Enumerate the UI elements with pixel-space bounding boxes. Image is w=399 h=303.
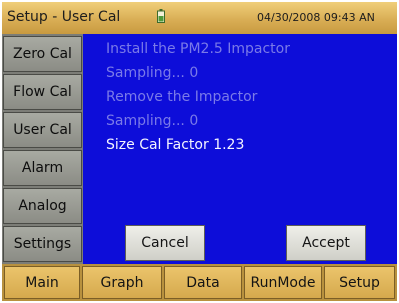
sidebar-item-alarm[interactable]: Alarm bbox=[3, 150, 82, 186]
tab-setup[interactable]: Setup bbox=[324, 266, 395, 299]
sidebar-item-label: User Cal bbox=[13, 122, 72, 138]
tab-label: RunMode bbox=[250, 274, 316, 291]
battery-icon bbox=[157, 9, 165, 23]
tab-label: Setup bbox=[339, 274, 380, 291]
accept-button[interactable]: Accept bbox=[286, 225, 366, 261]
cancel-button[interactable]: Cancel bbox=[125, 225, 205, 261]
tab-label: Graph bbox=[100, 274, 144, 291]
sidebar-item-user-cal[interactable]: User Cal bbox=[3, 112, 82, 148]
sidebar-item-label: Zero Cal bbox=[13, 46, 72, 62]
sidebar: Zero Cal Flow Cal User Cal Alarm Analog … bbox=[2, 34, 83, 264]
instruction-line-remove: Remove the Impactor bbox=[106, 89, 258, 105]
sidebar-item-analog[interactable]: Analog bbox=[3, 188, 82, 224]
tab-label: Data bbox=[186, 274, 220, 291]
sampling-status-2: Sampling... 0 bbox=[106, 113, 199, 129]
sidebar-item-flow-cal[interactable]: Flow Cal bbox=[3, 74, 82, 110]
sidebar-item-label: Flow Cal bbox=[13, 84, 72, 100]
sidebar-item-settings[interactable]: Settings bbox=[3, 226, 82, 262]
tab-graph[interactable]: Graph bbox=[82, 266, 162, 299]
calibration-panel: Install the PM2.5 Impactor Sampling... 0… bbox=[83, 34, 397, 264]
tab-data[interactable]: Data bbox=[164, 266, 242, 299]
tab-label: Main bbox=[25, 274, 59, 291]
sidebar-item-label: Analog bbox=[18, 198, 67, 214]
datetime-display: 04/30/2008 09:43 AN bbox=[257, 11, 375, 24]
tab-runmode[interactable]: RunMode bbox=[244, 266, 322, 299]
title-bar: Setup - User Cal 04/30/2008 09:43 AN bbox=[2, 2, 397, 35]
size-cal-factor: Size Cal Factor 1.23 bbox=[106, 137, 245, 153]
page-title: Setup - User Cal bbox=[7, 9, 121, 25]
instruction-line-install: Install the PM2.5 Impactor bbox=[106, 41, 290, 57]
bottom-nav: Main Graph Data RunMode Setup bbox=[2, 264, 397, 301]
device-screen: Setup - User Cal 04/30/2008 09:43 AN Zer… bbox=[2, 2, 397, 301]
sidebar-item-zero-cal[interactable]: Zero Cal bbox=[3, 36, 82, 72]
tab-main[interactable]: Main bbox=[4, 266, 80, 299]
sampling-status-1: Sampling... 0 bbox=[106, 65, 199, 81]
sidebar-item-label: Settings bbox=[13, 236, 72, 252]
sidebar-item-label: Alarm bbox=[21, 160, 64, 176]
